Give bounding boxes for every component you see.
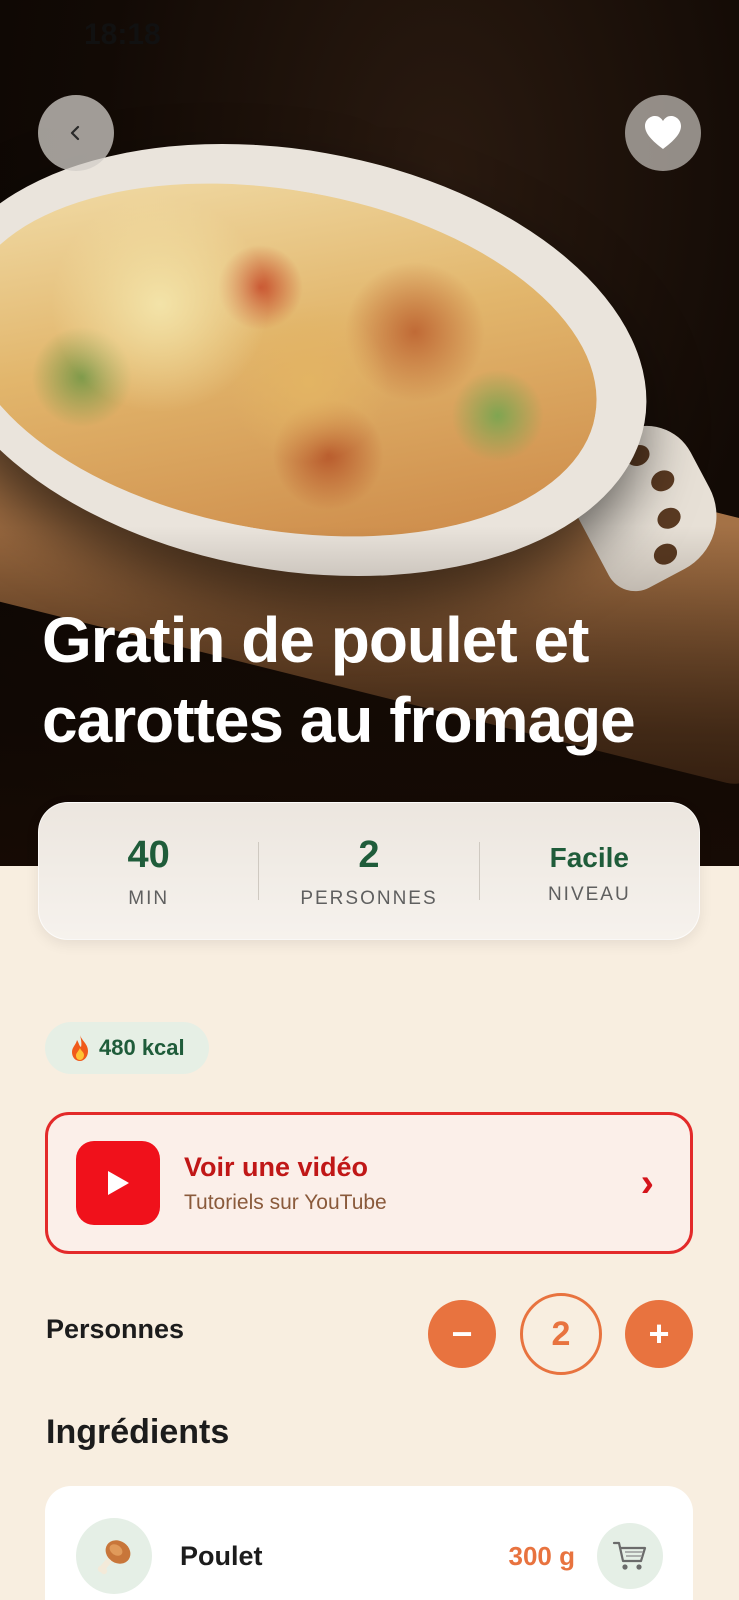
- ingredients-list: Poulet 300 g: [45, 1486, 693, 1600]
- video-title: Voir une vidéo: [184, 1151, 369, 1182]
- ingredient-name: Poulet: [180, 1540, 263, 1571]
- recipe-title: Gratin de poulet et carottes au fromage: [42, 604, 636, 756]
- stat-level-value: Facile: [549, 842, 630, 873]
- calories-badge: 480 kcal: [45, 1022, 209, 1074]
- stat-level: Facile NIVEAU: [480, 836, 699, 906]
- heart-icon: [645, 116, 681, 149]
- chevron-left-icon: [70, 125, 80, 141]
- ingredient-quantity: 300 g: [508, 1540, 576, 1571]
- ingredients-title: Ingrédients: [46, 1413, 230, 1451]
- stat-time-label: MIN: [128, 888, 170, 909]
- calories-text: 480 kcal: [99, 1035, 185, 1060]
- add-to-cart-button[interactable]: [597, 1523, 663, 1589]
- persons-label: Personnes: [46, 1314, 185, 1344]
- decrease-persons-button[interactable]: −: [428, 1300, 496, 1368]
- youtube-icon: [76, 1141, 160, 1225]
- stat-time: 40 MIN: [39, 832, 258, 910]
- favorite-button[interactable]: [625, 95, 701, 171]
- stat-persons-label: PERSONNES: [300, 888, 438, 909]
- stat-persons-value: 2: [358, 834, 380, 876]
- fire-icon: [72, 1035, 88, 1061]
- video-subtitle: Tutoriels sur YouTube: [184, 1190, 387, 1214]
- video-text: Voir une vidéo Tutoriels sur YouTube: [184, 1152, 641, 1215]
- watch-video-card[interactable]: Voir une vidéo Tutoriels sur YouTube ›: [45, 1112, 693, 1254]
- chevron-right-icon: ›: [640, 1160, 654, 1205]
- increase-persons-button[interactable]: +: [625, 1300, 693, 1368]
- back-button[interactable]: [38, 95, 114, 171]
- recipe-stats-card: 40 MIN 2 PERSONNES Facile NIVEAU: [38, 802, 700, 940]
- chicken-leg-icon: [76, 1518, 152, 1594]
- stat-level-label: NIVEAU: [547, 884, 631, 905]
- status-time: 18:18: [84, 18, 161, 51]
- cart-icon: [612, 1541, 647, 1570]
- stat-time-value: 40: [127, 834, 170, 876]
- ingredient-item: Poulet 300 g: [45, 1516, 693, 1596]
- persons-count: 2: [520, 1293, 602, 1375]
- stat-persons: 2 PERSONNES: [259, 832, 478, 910]
